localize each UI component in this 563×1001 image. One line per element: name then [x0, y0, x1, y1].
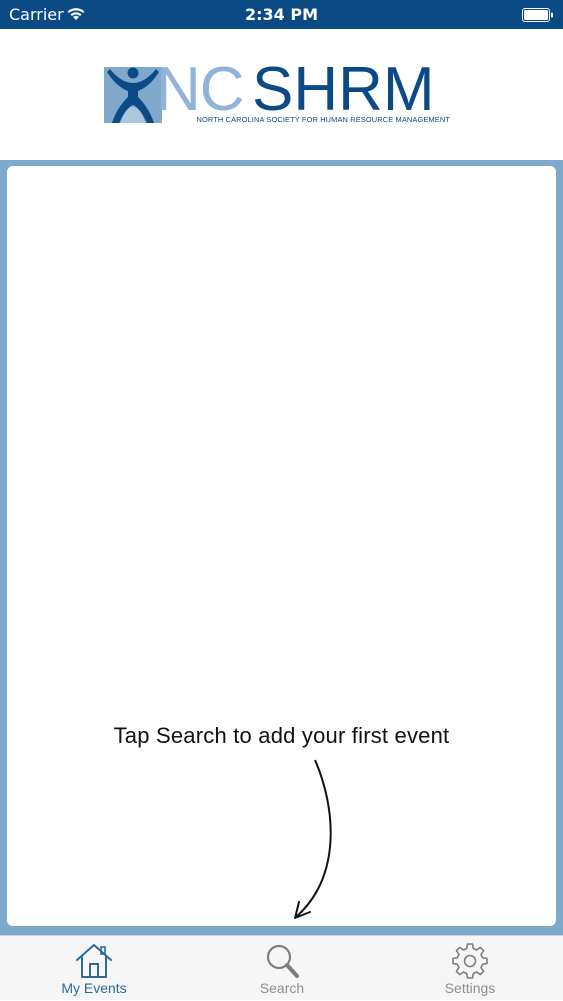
- tab-my-events-label: My Events: [61, 980, 127, 996]
- logo-tagline: NORTH CAROLINA SOCIETY FOR HUMAN RESOURC…: [196, 115, 450, 124]
- curved-arrow-icon: [294, 759, 332, 919]
- magnifier-icon: [266, 944, 299, 978]
- tab-settings[interactable]: Settings: [376, 936, 563, 1001]
- house-icon: [76, 944, 112, 978]
- header: NC SHRM NORTH CAROLINA SOCIETY FOR HUMAN…: [0, 29, 563, 160]
- tab-search-label: Search: [259, 980, 305, 996]
- status-bar: Carrier 2:34 PM: [0, 0, 563, 29]
- tab-settings-label: Settings: [444, 980, 496, 996]
- gear-icon: [452, 943, 488, 979]
- tab-search[interactable]: Search: [188, 936, 376, 1001]
- events-list[interactable]: Tap Search to add your first event: [7, 166, 556, 926]
- ncshrm-logo: NC SHRM NORTH CAROLINA SOCIETY FOR HUMAN…: [104, 59, 450, 127]
- content-frame: Tap Search to add your first event: [0, 160, 563, 935]
- tab-bar: My Events Search Settings: [0, 935, 563, 1000]
- empty-state-hint: Tap Search to add your first event: [113, 723, 450, 748]
- status-time: 2:34 PM: [244, 5, 318, 24]
- battery-icon: [522, 8, 553, 22]
- logo-shrm-text: SHRM: [252, 55, 435, 124]
- logo-nc-text: NC: [156, 55, 245, 124]
- person-figure-icon: [104, 67, 162, 123]
- tab-my-events[interactable]: My Events: [0, 936, 188, 1001]
